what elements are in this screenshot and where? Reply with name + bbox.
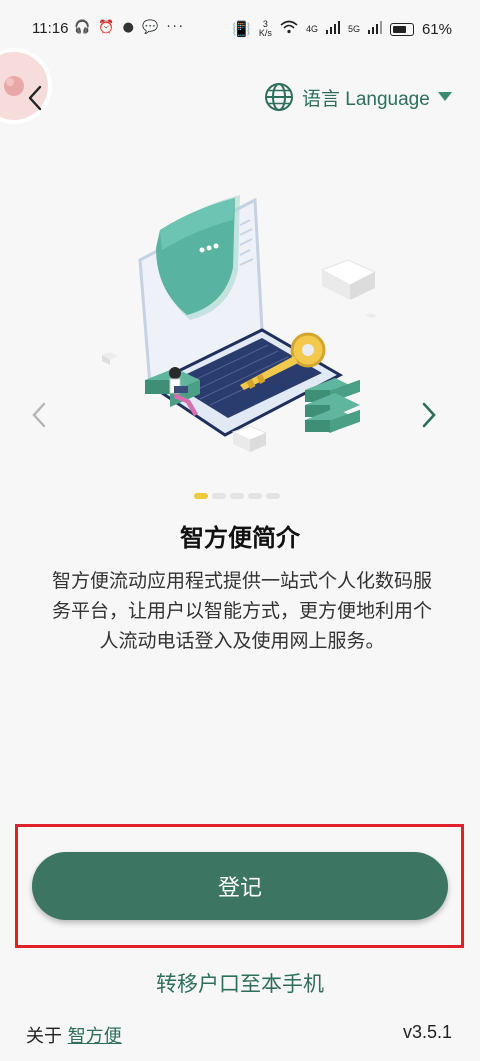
pagination-dot[interactable] [230, 493, 244, 499]
pagination-dot[interactable] [248, 493, 262, 499]
headset-icon: 🎧 [74, 20, 93, 35]
status-bar: 11:16 🎧 ⏰ ● 💬 ··· 📳 3 K/s 4G 5G 61% [0, 0, 480, 60]
notification-icons: 🎧 ⏰ ● 💬 ··· [74, 20, 185, 35]
alarm-icon: ⏰ [98, 20, 117, 35]
more-notifications-icon: ··· [166, 20, 185, 35]
pagination-dot-active[interactable] [194, 493, 208, 499]
carousel-pagination [194, 493, 280, 499]
app-notification-icon: ● [122, 20, 136, 35]
language-selector[interactable]: 语言 Language [264, 80, 452, 114]
chat-icon: 💬 [142, 20, 161, 35]
intro-description: 智方便流动应用程式提供一站式个人化数码服务平台，让用户以智能方式，更方便地利用个… [52, 570, 433, 652]
back-button[interactable] [22, 84, 50, 112]
about-app-link[interactable]: 智方便 [68, 1026, 122, 1047]
language-label: 语言 Language [302, 88, 430, 110]
network-speed: 3 K/s [258, 19, 272, 38]
about-line: 关于 智方便 [26, 1022, 122, 1048]
chevron-left-icon [32, 402, 46, 428]
register-button[interactable]: 登记 [32, 852, 448, 920]
status-right: 📳 3 K/s 4G 5G 61% [232, 19, 452, 39]
app-version: v3.5.1 [402, 1022, 452, 1042]
status-time: 11:16 [32, 20, 69, 37]
vibrate-icon: 📳 [232, 21, 251, 38]
intro-title: 智方便简介 [180, 524, 300, 552]
chevron-right-icon [422, 402, 436, 428]
signal-icon-1 [325, 20, 340, 38]
caret-down-icon [437, 92, 452, 101]
carousel-next-button[interactable] [416, 400, 440, 430]
pagination-dot[interactable] [266, 493, 280, 499]
signal-label-2: 5G [347, 23, 360, 34]
battery-icon [389, 22, 414, 36]
battery-percent: 61% [421, 20, 452, 38]
pagination-dot[interactable] [212, 493, 226, 499]
battery-fill [392, 25, 407, 33]
signal-icon-2 [367, 20, 382, 38]
signal-label-1: 4G [305, 23, 318, 34]
chevron-left-icon [28, 85, 42, 111]
about-prefix: 关于 [26, 1026, 62, 1047]
carousel-prev-button[interactable] [28, 400, 52, 430]
globe-icon [265, 83, 293, 111]
wifi-icon [280, 20, 298, 38]
security-laptop-illustration [102, 195, 377, 452]
transfer-account-link[interactable]: 转移户口至本手机 [0, 968, 480, 998]
